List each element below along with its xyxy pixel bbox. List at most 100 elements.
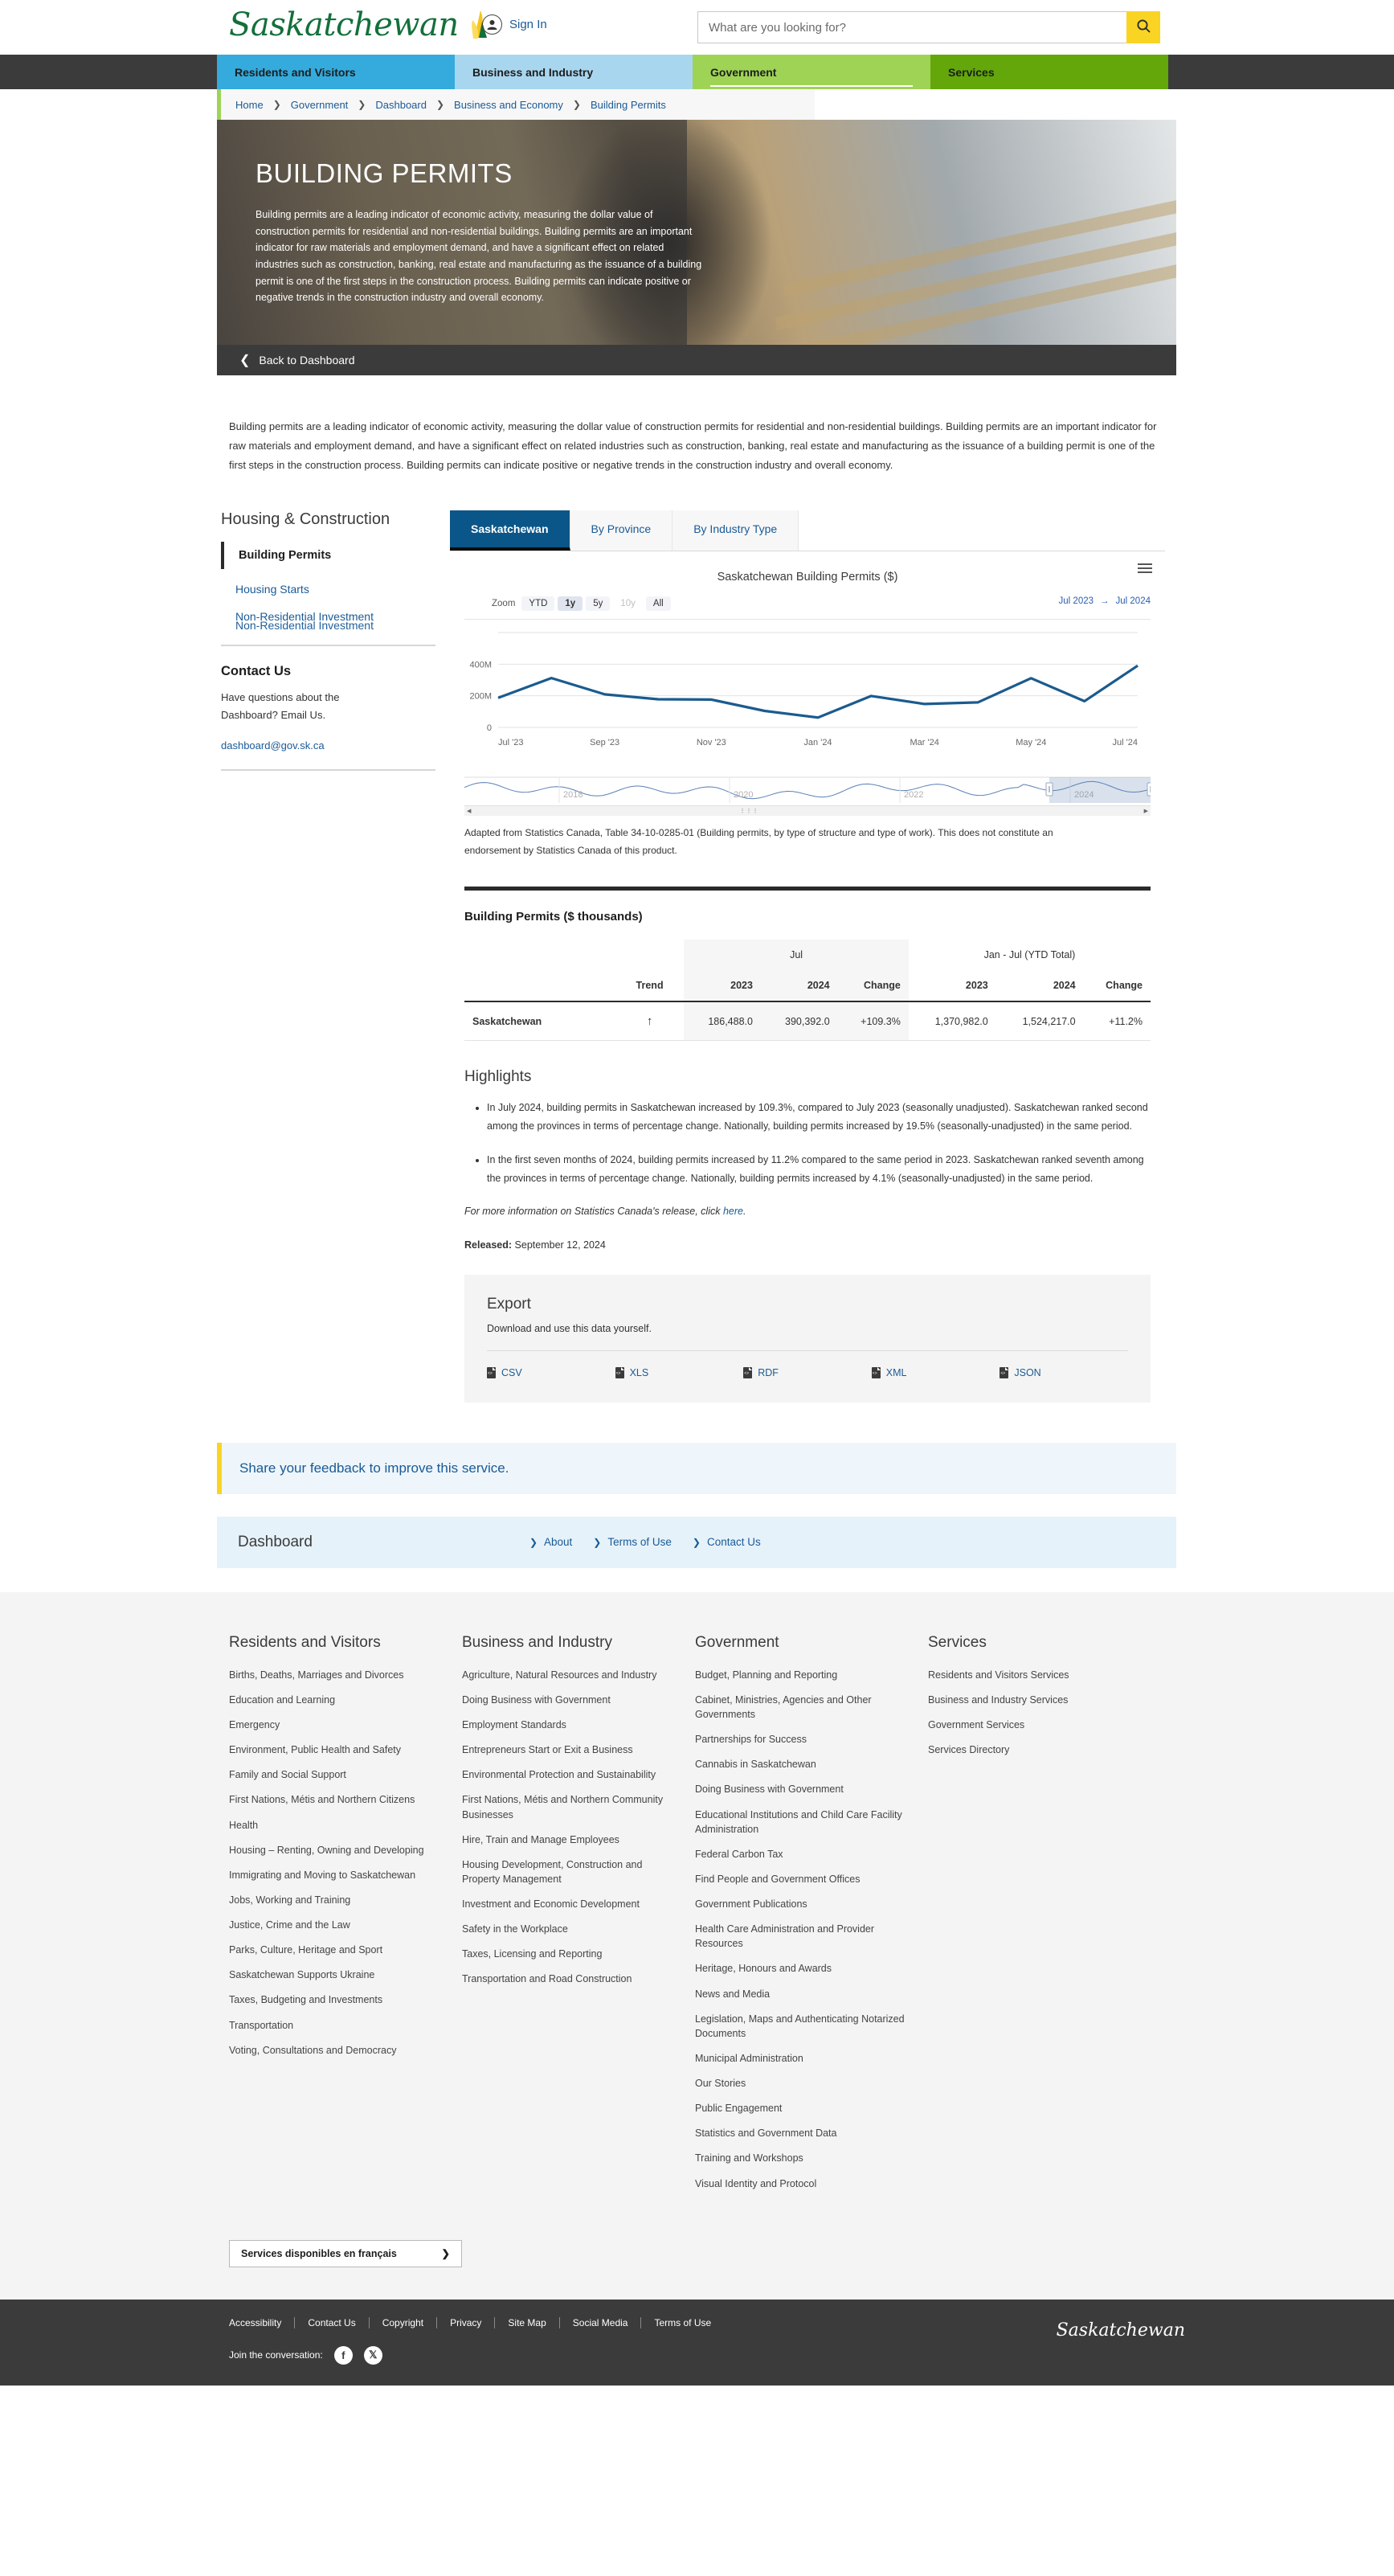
dashboard-link-contact-us[interactable]: ❯ Contact Us (693, 1536, 761, 1548)
footer-link[interactable]: First Nations, Métis and Northern Commun… (462, 1792, 676, 1821)
sidebar-item-non-residential-investment-duplicate[interactable]: Non-Residential Investment (221, 619, 450, 632)
footer-link[interactable]: Employment Standards (462, 1718, 676, 1732)
chart-navigator[interactable]: 2018202020222024 ◀ ⋮⋮⋮ ▶ (464, 776, 1155, 817)
navigator-scrollbar[interactable]: ◀ ⋮⋮⋮ ▶ (464, 805, 1151, 817)
footer-link[interactable]: Immigrating and Moving to Saskatchewan (229, 1868, 443, 1882)
zoom-button-ytd[interactable]: YTD (521, 596, 555, 612)
x-twitter-icon[interactable]: 𝕏 (363, 2345, 382, 2365)
footer-link[interactable]: Hire, Train and Manage Employees (462, 1833, 676, 1847)
footer-link[interactable]: Births, Deaths, Marriages and Divorces (229, 1668, 443, 1682)
bottom-link-terms-of-use[interactable]: Terms of Use (641, 2317, 724, 2328)
footer-link[interactable]: Housing Development, Construction and Pr… (462, 1857, 676, 1886)
footer-link[interactable]: Parks, Culture, Heritage and Sport (229, 1943, 443, 1957)
footer-link[interactable]: Find People and Government Offices (695, 1872, 909, 1886)
footer-link[interactable]: Agriculture, Natural Resources and Indus… (462, 1668, 676, 1682)
footer-link[interactable]: Transportation and Road Construction (462, 1972, 676, 1986)
footer-link[interactable]: Education and Learning (229, 1693, 443, 1707)
bottom-link-social-media[interactable]: Social Media (560, 2316, 642, 2328)
nav-item-residents-and-visitors[interactable]: Residents and Visitors (217, 55, 455, 89)
footer-link[interactable]: News and Media (695, 1987, 909, 2001)
footer-link[interactable]: Government Publications (695, 1897, 909, 1911)
footer-link[interactable]: Taxes, Licensing and Reporting (462, 1947, 676, 1961)
footer-link[interactable]: Services Directory (928, 1743, 1142, 1757)
footer-link[interactable]: Emergency (229, 1718, 443, 1732)
footer-link[interactable]: Health Care Administration and Provider … (695, 1922, 909, 1951)
export-json-link[interactable]: JSON (1000, 1366, 1128, 1378)
scroll-right-icon[interactable]: ▶ (1144, 808, 1148, 814)
breadcrumb-item-home[interactable]: Home (235, 99, 264, 111)
dashboard-link-terms-of-use[interactable]: ❯ Terms of Use (593, 1536, 672, 1548)
footer-link[interactable]: Environment, Public Health and Safety (229, 1743, 443, 1757)
footer-link[interactable]: Doing Business with Government (462, 1693, 676, 1707)
nav-item-business-and-industry[interactable]: Business and Industry (455, 55, 693, 89)
nav-item-government[interactable]: Government (693, 55, 930, 89)
footer-link[interactable]: Environmental Protection and Sustainabil… (462, 1767, 676, 1782)
search-button[interactable] (1126, 11, 1160, 43)
footer-link[interactable]: Heritage, Honours and Awards (695, 1961, 909, 1976)
footer-link[interactable]: Safety in the Workplace (462, 1922, 676, 1936)
footer-link[interactable]: Government Services (928, 1718, 1142, 1732)
export-csv-link[interactable]: CSV (487, 1366, 615, 1378)
footer-link[interactable]: Doing Business with Government (695, 1782, 909, 1796)
line-chart-svg[interactable]: 0 200M 400M Jul '23 Sep '23 Nov '23 Jan '24 Mar… (450, 625, 1141, 765)
bottom-link-copyright[interactable]: Copyright (370, 2316, 438, 2328)
date-range-to[interactable]: Jul 2024 (1116, 596, 1151, 606)
footer-link[interactable]: Cabinet, Ministries, Agencies and Other … (695, 1693, 909, 1722)
footer-link[interactable]: Partnerships for Success (695, 1732, 909, 1747)
scroll-left-icon[interactable]: ◀ (467, 808, 471, 814)
bottom-link-contact-us[interactable]: Contact Us (295, 2316, 370, 2328)
footer-link[interactable]: Public Engagement (695, 2101, 909, 2115)
export-xml-link[interactable]: XML (871, 1366, 1000, 1378)
feedback-link[interactable]: Share your feedback to improve this serv… (222, 1460, 509, 1476)
sidebar-item-housing-starts[interactable]: Housing Starts (221, 575, 450, 603)
sidebar-item-building-permits[interactable]: Building Permits (221, 542, 450, 570)
footer-link[interactable]: Legislation, Maps and Authenticating Not… (695, 2012, 909, 2041)
search-input[interactable] (697, 11, 1126, 43)
footer-link[interactable]: Municipal Administration (695, 2051, 909, 2066)
footer-link[interactable]: Housing – Renting, Owning and Developing (229, 1843, 443, 1857)
zoom-button-all[interactable]: All (645, 596, 671, 612)
footer-link[interactable]: Voting, Consultations and Democracy (229, 2043, 443, 2058)
site-logo[interactable]: Saskatchewan (229, 6, 489, 43)
footer-link[interactable]: Investment and Economic Development (462, 1897, 676, 1911)
footer-link[interactable]: Visual Identity and Protocol (695, 2177, 909, 2191)
footer-link[interactable]: Saskatchewan Supports Ukraine (229, 1968, 443, 1982)
date-range-from[interactable]: Jul 2023 (1059, 596, 1094, 606)
export-xls-link[interactable]: XLS (615, 1366, 744, 1378)
tab-by-industry-type[interactable]: By Industry Type (672, 510, 799, 551)
nav-item-services[interactable]: Services (930, 55, 1168, 89)
navigator-series[interactable]: 2018202020222024 (464, 776, 1155, 804)
scroll-grip-icon[interactable]: ⋮⋮⋮ (740, 808, 759, 814)
bottom-link-site-map[interactable]: Site Map (495, 2316, 560, 2328)
bottom-link-accessibility[interactable]: Accessibility (229, 2316, 296, 2328)
footer-link[interactable]: Statistics and Government Data (695, 2126, 909, 2140)
back-to-dashboard-button[interactable]: ❮ Back to Dashboard (217, 345, 1176, 375)
tab-by-province[interactable]: By Province (570, 510, 673, 551)
footer-link[interactable]: Our Stories (695, 2076, 909, 2091)
footer-link[interactable]: Justice, Crime and the Law (229, 1918, 443, 1932)
tab-saskatchewan[interactable]: Saskatchewan (450, 510, 570, 551)
hamburger-menu-icon[interactable] (1138, 561, 1152, 575)
footer-link[interactable]: Federal Carbon Tax (695, 1847, 909, 1861)
breadcrumb-item-government[interactable]: Government (291, 99, 349, 111)
footer-link[interactable]: Transportation (229, 2018, 443, 2033)
export-rdf-link[interactable]: RDF (743, 1366, 872, 1378)
footer-link[interactable]: Health (229, 1818, 443, 1833)
footer-link[interactable]: Family and Social Support (229, 1767, 443, 1782)
dashboard-link-about[interactable]: ❯ About (529, 1536, 572, 1548)
footer-link[interactable]: First Nations, Métis and Northern Citize… (229, 1792, 443, 1807)
sign-in-button[interactable]: Sign In (482, 14, 547, 35)
bottom-link-privacy[interactable]: Privacy (437, 2316, 496, 2328)
footer-link[interactable]: Taxes, Budgeting and Investments (229, 1992, 443, 2007)
footer-link[interactable]: Cannabis in Saskatchewan (695, 1757, 909, 1771)
feedback-banner[interactable]: Share your feedback to improve this serv… (217, 1442, 1176, 1494)
facebook-icon[interactable]: f (333, 2345, 353, 2365)
footer-link[interactable]: Budget, Planning and Reporting (695, 1668, 909, 1682)
footer-link[interactable]: Training and Workshops (695, 2151, 909, 2165)
breadcrumb-item-dashboard[interactable]: Dashboard (375, 99, 427, 111)
zoom-button-1y[interactable]: 1y (558, 596, 583, 612)
footer-link[interactable]: Jobs, Working and Training (229, 1893, 443, 1907)
breadcrumb-item-business-and-economy[interactable]: Business and Economy (454, 99, 563, 111)
footer-link[interactable]: Educational Institutions and Child Care … (695, 1808, 909, 1837)
contact-email-link[interactable]: dashboard@gov.sk.ca (221, 739, 450, 752)
